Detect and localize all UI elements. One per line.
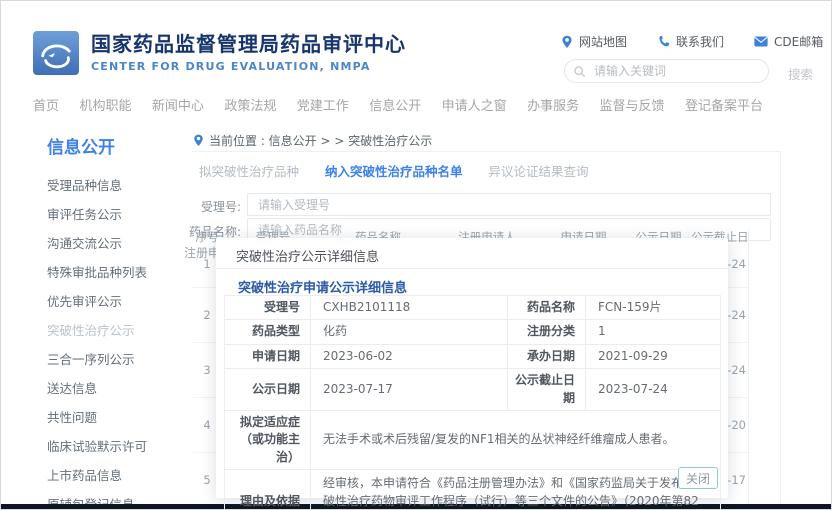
quick-link-1[interactable]: 联系我们 <box>657 33 724 50</box>
sidebar-item-9[interactable]: 临床试验默示许可 <box>47 432 177 461</box>
nav-item-4[interactable]: 党建工作 <box>297 95 349 114</box>
sidebar-item-4[interactable]: 优先审评公示 <box>47 287 177 316</box>
page: 国家药品监督管理局药品审评中心 CENTER FOR DRUG EVALUATI… <box>0 0 832 510</box>
nav-item-9[interactable]: 登记备案平台 <box>685 95 763 114</box>
modal-field-value: 1 <box>586 320 721 344</box>
nav-item-6[interactable]: 申请人之窗 <box>442 95 507 114</box>
modal-field-value: CXHB2101118 <box>311 296 508 320</box>
sidebar: 信息公开 受理品种信息审评任务公示沟通交流公示特殊审批品种列表优先审评公示突破性… <box>47 133 177 510</box>
sidebar-items: 受理品种信息审评任务公示沟通交流公示特殊审批品种列表优先审评公示突破性治疗公示三… <box>47 171 177 510</box>
sidebar-item-10[interactable]: 上市药品信息 <box>47 461 177 490</box>
location-pin-icon <box>561 35 573 49</box>
nav-item-2[interactable]: 新闻中心 <box>152 95 204 114</box>
table-right-border <box>748 229 749 504</box>
modal-detail-table: 受理号CXHB2101118药品名称FCN-159片药品类型化药注册分类1申请日… <box>224 295 721 510</box>
modal-field-value: 无法手术或术后残留/复发的NF1相关的丛状神经纤维瘤成人患者。 <box>311 410 721 469</box>
close-button[interactable]: 关闭 <box>678 467 718 489</box>
modal-table-row: 理由及依据经审核，本申请符合《药品注册管理办法》和《国家药监局关于发布突破性治疗… <box>225 470 721 510</box>
modal-field-label: 药品类型 <box>225 320 311 344</box>
search-input[interactable] <box>592 63 760 79</box>
search-box[interactable] <box>564 59 769 83</box>
sidebar-title: 信息公开 <box>47 133 177 158</box>
quick-link-label: 网站地图 <box>579 33 627 50</box>
modal-table-row: 申请日期2023-06-02承办日期2021-09-29 <box>225 344 721 368</box>
modal-field-value: 2021-09-29 <box>586 344 721 368</box>
phone-icon <box>657 35 670 48</box>
breadcrumb-text: 当前位置 : 信息公开 > > 突破性治疗公示 <box>209 132 432 149</box>
modal-field-label: 受理号 <box>225 296 311 320</box>
sidebar-item-5[interactable]: 突破性治疗公示 <box>47 316 177 345</box>
quick-link-0[interactable]: 网站地图 <box>561 33 627 50</box>
modal-field-label: 拟定适应症（或功能主治） <box>225 410 311 469</box>
modal-table-row: 公示日期2023-07-17公示截止日期2023-07-24 <box>225 369 721 411</box>
modal-field-label: 公示日期 <box>225 369 311 411</box>
detail-modal: 突破性治疗公示详细信息 突破性治疗申请公示详细信息 受理号CXHB2101118… <box>216 238 728 498</box>
modal-field-label: 承办日期 <box>508 344 586 368</box>
modal-field-label: 申请日期 <box>225 344 311 368</box>
modal-field-label: 注册分类 <box>508 320 586 344</box>
swan-logo-icon <box>37 36 75 70</box>
modal-field-value: 2023-06-02 <box>311 344 508 368</box>
modal-field-value: FCN-159片 <box>586 296 721 320</box>
modal-field-value: 经审核，本申请符合《药品注册管理办法》和《国家药监局关于发布突破性治疗药物审评工… <box>311 470 721 510</box>
tab-1[interactable]: 纳入突破性治疗品种名单 <box>325 161 463 180</box>
search-icon <box>573 65 586 78</box>
nav-item-7[interactable]: 办事服务 <box>527 95 579 114</box>
search-button[interactable]: 搜索 <box>788 64 813 83</box>
modal-section-title: 突破性治疗申请公示详细信息 <box>238 277 407 296</box>
quick-link-label: CDE邮箱 <box>774 33 823 50</box>
site-subtitle: CENTER FOR DRUG EVALUATION, NMPA <box>91 60 406 73</box>
modal-title: 突破性治疗公示详细信息 <box>236 246 379 265</box>
site-title: 国家药品监督管理局药品审评中心 <box>91 32 406 56</box>
breadcrumb: 当前位置 : 信息公开 > > 突破性治疗公示 <box>193 132 432 149</box>
mail-icon <box>754 36 768 47</box>
modal-field-label: 理由及依据 <box>225 470 311 510</box>
sidebar-item-2[interactable]: 沟通交流公示 <box>47 229 177 258</box>
modal-field-value: 2023-07-24 <box>586 369 721 411</box>
nav-item-5[interactable]: 信息公开 <box>369 95 421 114</box>
sidebar-item-7[interactable]: 送达信息 <box>47 374 177 403</box>
sidebar-item-6[interactable]: 三合一序列公示 <box>47 345 177 374</box>
tabs: 拟突破性治疗品种 纳入突破性治疗品种名单 异议论证结果查询 <box>199 161 589 180</box>
modal-field-label: 公示截止日期 <box>508 369 586 411</box>
nav-item-1[interactable]: 机构职能 <box>79 95 131 114</box>
location-pin-icon <box>193 134 204 147</box>
tab-2[interactable]: 异议论证结果查询 <box>489 161 589 180</box>
tab-0[interactable]: 拟突破性治疗品种 <box>199 161 299 180</box>
header-quick-links: 网站地图 联系我们 CDE邮箱 <box>561 33 823 50</box>
site-brand: 国家药品监督管理局药品审评中心 CENTER FOR DRUG EVALUATI… <box>91 32 406 73</box>
nav-item-0[interactable]: 首页 <box>33 95 59 114</box>
quick-link-2[interactable]: CDE邮箱 <box>754 33 823 50</box>
nav-item-3[interactable]: 政策法规 <box>224 95 276 114</box>
modal-field-label: 药品名称 <box>508 296 586 320</box>
quick-link-label: 联系我们 <box>676 33 724 50</box>
modal-table-row: 受理号CXHB2101118药品名称FCN-159片 <box>225 296 721 320</box>
nav-item-8[interactable]: 监督与反馈 <box>600 95 665 114</box>
modal-field-value: 化药 <box>311 320 508 344</box>
sidebar-item-3[interactable]: 特殊审批品种列表 <box>47 258 177 287</box>
cde-logo <box>33 31 79 75</box>
sidebar-item-1[interactable]: 审评任务公示 <box>47 200 177 229</box>
modal-table-row: 拟定适应症（或功能主治）无法手术或术后残留/复发的NF1相关的丛状神经纤维瘤成人… <box>225 410 721 469</box>
modal-field-value: 2023-07-17 <box>311 369 508 411</box>
modal-divider <box>216 268 728 269</box>
main-nav: 首页 机构职能 新闻中心 政策法规 党建工作 信息公开 申请人之窗 办事服务 监督与反馈 登记备案… <box>33 95 763 114</box>
sidebar-item-8[interactable]: 共性问题 <box>47 403 177 432</box>
acceptance-no-input[interactable] <box>247 193 771 216</box>
modal-table-row: 药品类型化药注册分类1 <box>225 320 721 344</box>
sidebar-item-0[interactable]: 受理品种信息 <box>47 171 177 200</box>
filter-label-acceptance-no: 受理号: <box>191 198 241 215</box>
